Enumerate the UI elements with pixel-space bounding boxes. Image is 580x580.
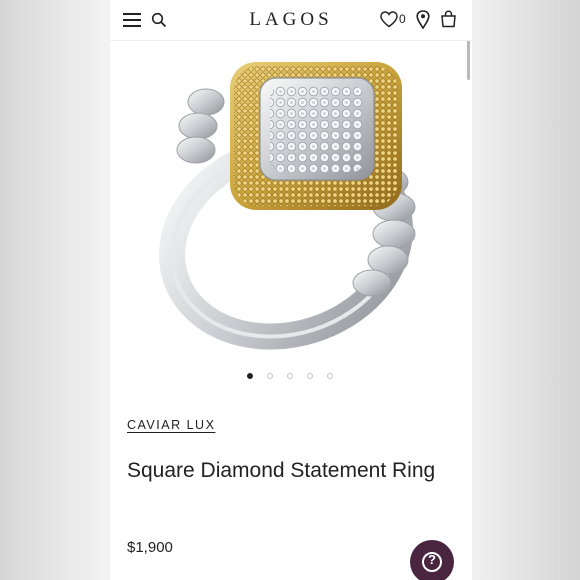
wishlist-count: 0 xyxy=(399,12,406,26)
carousel-dot[interactable] xyxy=(287,373,293,379)
background-right-blur xyxy=(472,0,580,580)
site-header: LAGOS 0 xyxy=(110,0,472,41)
image-carousel-indicators xyxy=(243,373,343,381)
location-pin-icon[interactable] xyxy=(416,10,430,29)
wishlist-button[interactable]: 0 xyxy=(380,11,410,29)
search-icon[interactable] xyxy=(151,12,167,28)
menu-icon[interactable] xyxy=(123,13,141,27)
shopping-bag-icon[interactable] xyxy=(440,10,457,28)
carousel-dot[interactable] xyxy=(327,373,333,379)
background-left-blur xyxy=(0,0,110,580)
product-title: Square Diamond Statement Ring xyxy=(127,459,436,482)
heart-icon xyxy=(380,11,398,28)
collection-link[interactable]: CAVIAR LUX xyxy=(127,418,215,432)
mobile-page: LAGOS 0 CAVIAR LUX Square Diamond Statem… xyxy=(110,0,472,580)
carousel-dot[interactable] xyxy=(267,373,273,379)
carousel-dot[interactable] xyxy=(307,373,313,379)
help-label: ? xyxy=(428,552,436,567)
product-image[interactable] xyxy=(110,42,472,362)
carousel-dot[interactable] xyxy=(247,373,253,379)
product-price: $1,900 xyxy=(127,539,173,556)
brand-logo[interactable]: LAGOS xyxy=(241,9,341,31)
help-button[interactable]: ? xyxy=(410,540,454,580)
